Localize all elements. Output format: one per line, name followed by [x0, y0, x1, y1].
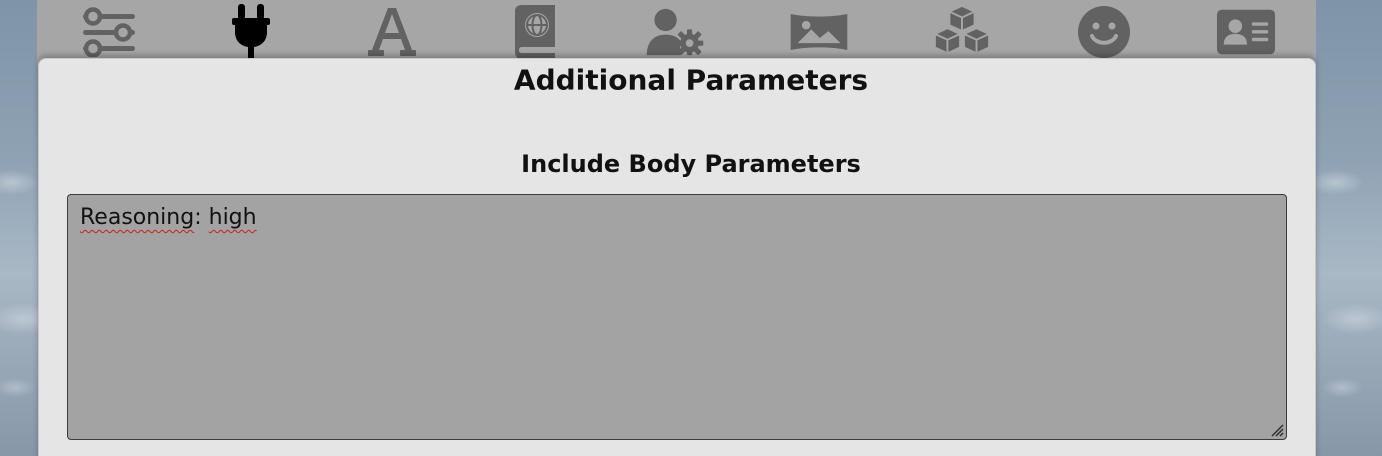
- smiley-icon[interactable]: [1074, 4, 1134, 60]
- cubes-icon[interactable]: [932, 4, 992, 60]
- textarea-word-2: high: [208, 205, 257, 230]
- section-title: Include Body Parameters: [521, 150, 861, 178]
- textarea-separator: :: [194, 205, 202, 230]
- image-icon[interactable]: [789, 4, 849, 60]
- panel-title: Additional Parameters: [513, 63, 869, 97]
- body-parameters-textarea[interactable]: Reasoning: high: [67, 194, 1287, 440]
- resize-grip-icon[interactable]: [1268, 421, 1284, 437]
- user-gear-icon[interactable]: [645, 4, 705, 60]
- textarea-word-1: Reasoning: [80, 205, 195, 230]
- id-card-icon[interactable]: [1216, 4, 1276, 60]
- sliders-icon[interactable]: [79, 4, 139, 60]
- top-toolbar: [37, 0, 1316, 66]
- world-book-icon[interactable]: [504, 4, 564, 60]
- plug-icon[interactable]: [221, 4, 281, 60]
- font-icon[interactable]: [362, 4, 422, 60]
